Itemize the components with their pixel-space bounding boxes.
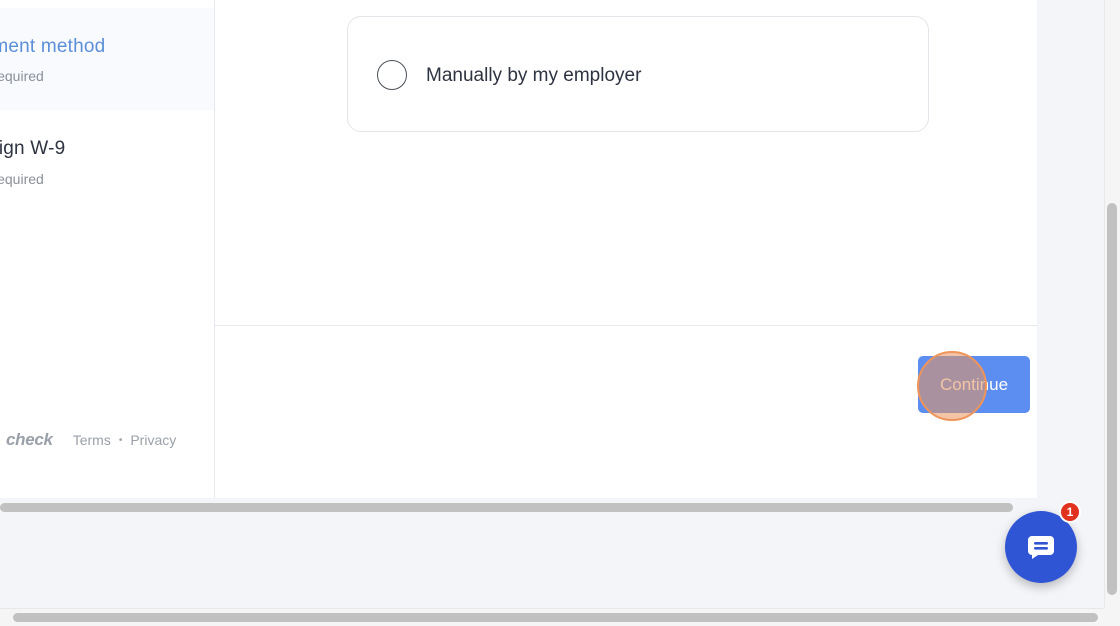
privacy-link[interactable]: Privacy: [130, 432, 176, 448]
step-payment-method[interactable]: Payment method Required: [0, 8, 214, 110]
inner-horizontal-scrollbar-thumb[interactable]: [0, 503, 1013, 512]
step-status: Required: [0, 68, 44, 84]
continue-button[interactable]: Continue: [918, 356, 1030, 413]
chat-bubble-icon: [1026, 534, 1056, 560]
radio-button[interactable]: [377, 60, 407, 90]
step-status: Required: [0, 171, 44, 187]
onboarding-frame: Payment method Required Sign W-9 Require…: [0, 0, 1037, 498]
horizontal-scrollbar-thumb[interactable]: [13, 613, 1098, 622]
vertical-scrollbar-thumb[interactable]: [1107, 203, 1117, 595]
check-logo: check: [6, 430, 53, 449]
scrollbar-corner: [1104, 608, 1120, 626]
footer-divider: [215, 325, 1037, 326]
step-sign-w9[interactable]: Sign W-9 Required: [0, 110, 214, 210]
payment-option-label: Manually by my employer: [426, 65, 642, 86]
step-title: Payment method: [0, 36, 106, 57]
steps-sidebar: Payment method Required Sign W-9 Require…: [0, 0, 215, 498]
page-viewport: Payment method Required Sign W-9 Require…: [0, 0, 1104, 608]
payment-method-panel: Manually by my employer Continue: [215, 0, 1037, 498]
notification-badge: 1: [1059, 501, 1081, 523]
payment-option-card[interactable]: Manually by my employer: [347, 16, 929, 132]
footer-separator: •: [118, 434, 123, 446]
terms-link[interactable]: Terms: [73, 432, 111, 448]
step-title: Sign W-9: [0, 138, 66, 159]
sidebar-footer: check Terms • Privacy: [6, 428, 176, 452]
